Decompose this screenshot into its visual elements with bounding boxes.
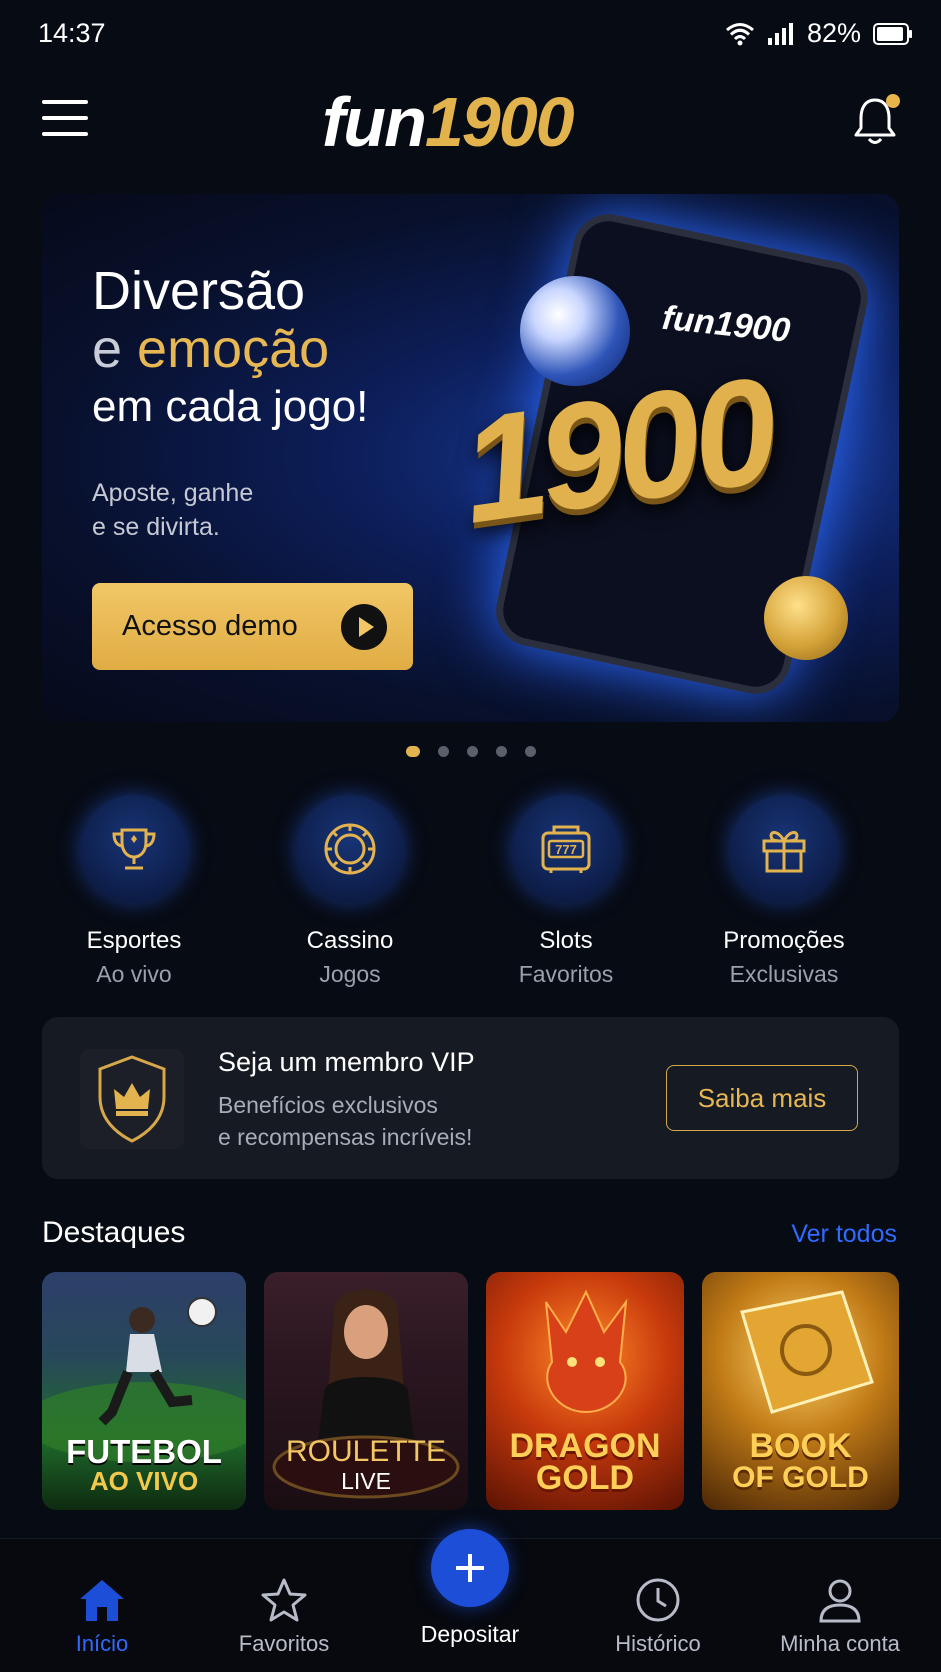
category-title: Promoções — [723, 927, 845, 954]
demo-access-button[interactable]: Acesso demo — [92, 583, 413, 670]
category-subtitle: Favoritos — [518, 961, 614, 987]
banner-title: Diversão e emoção em cada jogo! — [92, 262, 368, 436]
category-subtitle: Ao vivo — [96, 961, 172, 987]
carousel-dot-1[interactable] — [405, 746, 420, 757]
category-slots[interactable]: 777 Slots Favoritos — [476, 795, 656, 988]
nav-label: Minha conta — [780, 1631, 900, 1656]
gold-coin-icon — [764, 576, 848, 660]
nav-inicio[interactable]: Início — [22, 1577, 182, 1657]
game-tile-roulette[interactable]: ROULETTE LIVE — [264, 1272, 468, 1510]
vip-description-line1: Benefícios exclusivos — [218, 1092, 438, 1118]
tile-subtitle: GOLD — [535, 1459, 635, 1497]
carousel-indicator — [0, 746, 941, 757]
nav-historico[interactable]: Histórico — [578, 1577, 738, 1657]
vip-description-line2: e recompensas incríveis! — [218, 1124, 473, 1150]
user-icon — [819, 1579, 861, 1623]
tile-subtitle: OF GOLD — [732, 1461, 869, 1494]
notification-dot — [886, 94, 900, 108]
nav-label: Histórico — [615, 1631, 701, 1656]
category-cassino[interactable]: Cassino Jogos — [260, 795, 440, 988]
see-all-link[interactable]: Ver todos — [791, 1220, 897, 1249]
nav-minha-conta[interactable]: Minha conta — [760, 1577, 920, 1657]
nav-label: Favoritos — [238, 1631, 330, 1656]
hero-banner[interactable]: fun1900 1900 Diversão e emoção em cada j… — [42, 194, 899, 722]
category-subtitle: Jogos — [319, 961, 381, 987]
bottom-navigation: Início Favoritos Depositar Histórico Min… — [0, 1529, 941, 1672]
home-icon — [80, 1580, 124, 1621]
banner-subtitle-line2: e se divirta. — [92, 513, 220, 541]
tile-title: FUTEBOL — [66, 1433, 222, 1470]
category-promocoes[interactable]: Promoções Exclusivas — [694, 795, 874, 988]
tile-subtitle: AO VIVO — [89, 1466, 199, 1496]
carousel-dot-5[interactable] — [524, 746, 536, 757]
vip-title: Seja um membro VIP — [218, 1047, 475, 1077]
banner-subtitle: Aposte, ganhe e se divirta. — [92, 476, 352, 544]
game-tile-book-of-gold[interactable]: BOOK OF GOLD — [702, 1272, 899, 1510]
banner-title-line2-gold: emoção — [137, 319, 330, 379]
banner-subtitle-line1: Aposte, ganhe — [92, 479, 254, 507]
status-icons: 82% — [725, 18, 913, 49]
nav-favoritos[interactable]: Favoritos — [204, 1577, 364, 1657]
tile-title: DRAGON — [509, 1427, 661, 1465]
svg-text:777: 777 — [555, 842, 577, 857]
battery-icon — [873, 22, 912, 45]
plus-icon — [431, 1529, 509, 1607]
banner-title-line1: Diversão — [92, 261, 306, 321]
nav-label: Depositar — [420, 1621, 520, 1647]
category-esportes[interactable]: Esportes Ao vivo — [44, 795, 224, 988]
learn-more-button[interactable]: Saiba mais — [666, 1065, 858, 1131]
bell-icon[interactable] — [852, 94, 902, 148]
game-tile-futebol[interactable]: FUTEBOL AO VIVO — [42, 1272, 246, 1510]
carousel-dot-2[interactable] — [437, 746, 449, 757]
battery-percent: 82% — [806, 18, 861, 48]
play-icon — [341, 604, 387, 650]
section-title-destaques: Destaques — [42, 1216, 186, 1249]
app-header: fun1900 — [0, 80, 941, 162]
star-icon — [261, 1578, 307, 1622]
category-shortcuts: Esportes Ao vivo Cassino Jogos 777 Slots… — [0, 795, 941, 988]
banner-title-line3: em cada jogo! — [92, 382, 369, 431]
gift-icon — [730, 795, 838, 903]
category-title: Slots — [539, 927, 593, 954]
trophy-icon — [80, 795, 188, 903]
game-tile-dragon-gold[interactable]: DRAGON GOLD — [486, 1272, 684, 1510]
vip-card: Seja um membro VIP Benefícios exclusivos… — [42, 1017, 899, 1179]
carousel-dot-3[interactable] — [466, 746, 478, 757]
banner-title-line2-white: e — [92, 319, 138, 379]
carousel-dot-4[interactable] — [495, 746, 507, 757]
app-logo: fun1900 — [322, 82, 575, 162]
nav-depositar[interactable]: Depositar — [392, 1529, 548, 1648]
banner-title-line2: e emoção — [92, 320, 368, 378]
slot-machine-icon: 777 — [512, 795, 620, 903]
signal-icon — [767, 22, 793, 45]
category-title: Esportes — [86, 927, 182, 954]
demo-access-label: Acesso demo — [122, 610, 298, 642]
logo-text-gold: 1900 — [424, 83, 575, 161]
category-subtitle: Exclusivas — [729, 961, 839, 987]
phone-logo: fun1900 — [660, 298, 793, 350]
clock-icon — [636, 1578, 680, 1622]
vip-description: Benefícios exclusivos e recompensas incr… — [218, 1089, 548, 1153]
wifi-icon — [725, 22, 754, 45]
status-bar: 14:37 82% — [0, 0, 941, 70]
crown-shield-icon — [80, 1049, 184, 1149]
casino-chip-icon — [296, 795, 404, 903]
status-time: 14:37 — [38, 18, 106, 48]
category-title: Cassino — [306, 927, 394, 954]
tile-title: ROULETTE — [285, 1435, 447, 1468]
nav-label: Início — [75, 1631, 129, 1656]
highlights-carousel: FUTEBOL AO VIVO ROULETTE LIVE DRAGON GOL… — [42, 1272, 899, 1512]
logo-text-white: fun — [322, 83, 427, 161]
tile-subtitle: LIVE — [341, 1468, 391, 1494]
hamburger-menu-icon[interactable] — [42, 100, 88, 138]
tile-title: BOOK — [749, 1427, 852, 1465]
